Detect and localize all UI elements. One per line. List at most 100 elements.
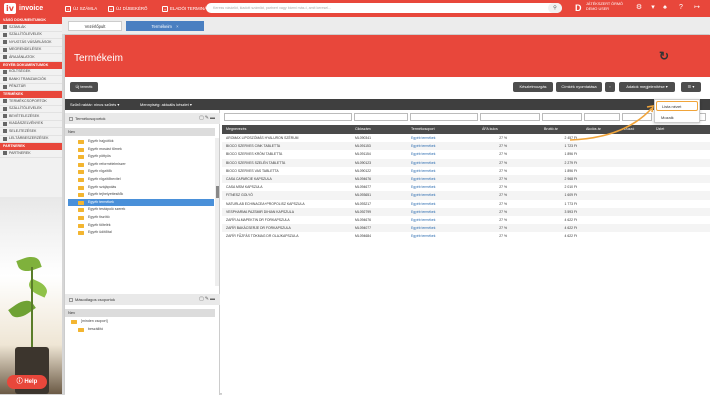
- help-button[interactable]: ⓘ Help: [7, 375, 47, 389]
- user-info[interactable]: JÁTÉKSZERT ÓRMÓ DEMO USER: [586, 2, 623, 11]
- folder-icon: [78, 215, 84, 220]
- tree-item[interactable]: Egyéb testápoló szerek: [68, 206, 214, 214]
- terminal-button[interactable]: + ELADÓI TERMINÁL: [162, 4, 209, 13]
- stock-movement-button[interactable]: Készletmozgás: [513, 82, 553, 92]
- col-shop[interactable]: Üzlet: [656, 125, 664, 134]
- view-toggle-button[interactable]: ☰ ▾: [681, 82, 701, 92]
- folder-icon: [78, 155, 84, 160]
- display-data-label: Adatok megjelenítése: [626, 84, 665, 89]
- cell-sku: ML093651: [355, 193, 372, 198]
- scrollbar-thumb[interactable]: [215, 186, 219, 198]
- cell-group: Egyéb termékek: [411, 152, 436, 157]
- collapse-icon[interactable]: [69, 297, 73, 302]
- tree-item-label: Egyéb üdítőital: [88, 230, 112, 235]
- folder-icon: [78, 327, 84, 332]
- display-data-button[interactable]: Adatok megjelenítése ▾: [619, 82, 675, 92]
- tree-item[interactable]: Egyéb üdítőital: [68, 229, 214, 237]
- tree-item[interactable]: Egyéb tisztító: [68, 214, 214, 222]
- sidebar-item[interactable]: PÉNZTÁR: [0, 84, 62, 91]
- collapse-icon[interactable]: [69, 116, 73, 121]
- table-row[interactable]: BIOCO SZERVES KRÓM TABLETTA ML091154 Egyéb…: [222, 150, 710, 158]
- new-receipt-button[interactable]: + ÚJ DÍJBEKÉRŐ: [108, 4, 147, 13]
- col-sale[interactable]: Akciós ár: [586, 125, 601, 134]
- col-price[interactable]: Bruttó ár: [544, 125, 558, 134]
- quantity-filter[interactable]: Mennyiség: aktuális készlet ▾: [140, 99, 192, 110]
- table-row[interactable]: AROMAX LIPOSZÓMÁS HYALURON SZÉRUM ML09034…: [222, 134, 710, 142]
- secondary-name-header[interactable]: Nev: [65, 309, 215, 317]
- tree-item[interactable]: Egyéb mosást tűrnek: [68, 146, 214, 154]
- tree-item[interactable]: Egyéb hajpótlók: [68, 138, 214, 146]
- print-labels-button[interactable]: Címkék nyomtatása: [556, 82, 602, 92]
- filter-name-input[interactable]: [224, 113, 352, 121]
- table-row[interactable]: BIOCO SZERVES SZELÉN TABLETTA ML090123 Egy…: [222, 158, 710, 167]
- new-invoice-button[interactable]: + ÚJ SZÁMLA: [65, 4, 97, 13]
- col-name[interactable]: Megnevezés: [226, 125, 246, 134]
- table-row[interactable]: CASA MSM KAPSZULA ML094677 Egyéb termékek 2…: [222, 183, 710, 191]
- sidebar-item[interactable]: LELTÁRBESZERZÉSEK: [0, 136, 62, 143]
- search-icon[interactable]: ⚲: [548, 3, 562, 13]
- sidebar-item[interactable]: ÁRAJÁNLATOK: [0, 54, 62, 62]
- avatar[interactable]: D: [575, 3, 582, 13]
- table-row[interactable]: NATURLAB ECHINACEA+PROPOLISZ KAPSZULA ML0…: [222, 200, 710, 208]
- sidebar-item[interactable]: PARTNEREK: [0, 150, 62, 158]
- tree-item[interactable]: [minden csoport]: [68, 318, 214, 326]
- tree-item[interactable]: Egyéb tejhelyettesítők: [68, 191, 214, 199]
- tree-item[interactable]: Egyéb termékek: [68, 198, 214, 207]
- tree-item[interactable]: Egyéb töltelék: [68, 222, 214, 230]
- tree-scrollbar[interactable]: [215, 138, 219, 286]
- table-row[interactable]: CASA CAPARCIE KAPSZULA ML094676 Egyéb term…: [222, 174, 710, 184]
- tree-item[interactable]: beszállító: [68, 326, 214, 334]
- groups-name-header[interactable]: Nev: [65, 128, 215, 136]
- new-product-button[interactable]: Új termék: [70, 82, 98, 92]
- bell-icon[interactable]: ♠: [660, 3, 670, 13]
- logout-icon[interactable]: ↦: [692, 3, 702, 13]
- menu-item-icon: [3, 40, 7, 45]
- table-row[interactable]: ZAFÍR BAKÁCSERJE DR FORKAPSZULA ML094077 E…: [222, 224, 710, 233]
- chat-icon[interactable]: ▫: [605, 82, 615, 92]
- group-actions[interactable]: ▢✎▬: [199, 113, 216, 124]
- cell-vat: 27 %: [499, 144, 507, 149]
- tree-item-label: beszállító: [88, 326, 104, 331]
- cell-vat: 27 %: [499, 168, 507, 173]
- filter-duzzo-input[interactable]: [622, 113, 652, 121]
- filter-vat-input[interactable]: [480, 113, 540, 121]
- app-logo[interactable]: iv invoice: [4, 2, 43, 15]
- col-group[interactable]: Termékcsoport: [411, 125, 435, 134]
- cell-sku: ML091154: [355, 152, 371, 157]
- filter-price-input[interactable]: [542, 113, 582, 121]
- refresh-icon[interactable]: ↻: [659, 49, 669, 63]
- col-sku[interactable]: Cikkszám: [355, 125, 371, 134]
- table-row[interactable]: VESPHARMA PAZSMIR DIHIAN KAPSZULA ML09279…: [222, 207, 710, 216]
- filter-group-input[interactable]: [410, 113, 478, 121]
- tree-item[interactable]: Egyéb pöttyös: [68, 153, 214, 161]
- table-row[interactable]: FITNESZ GOLYÓ ML093651 Egyéb termékek 27 % 1…: [222, 191, 710, 200]
- tree-item[interactable]: Egyéb rögzítőbevitel: [68, 176, 214, 184]
- col-duzzo[interactable]: Duzzó: [624, 125, 634, 134]
- table-row[interactable]: ZAFÍR FŰZFÁS TÖKMAG DR OLAJKAPSZULA ML094…: [222, 232, 710, 240]
- tab-dashboard[interactable]: Vezérlőpult: [68, 21, 122, 31]
- receipt-icon: +: [108, 5, 114, 12]
- tab-products[interactable]: Termékeim ×: [126, 21, 204, 31]
- filter-sale-input[interactable]: [584, 113, 620, 121]
- tab-close-icon[interactable]: ×: [176, 24, 178, 29]
- tree-item[interactable]: Egyéb szájápolás: [68, 184, 214, 192]
- table-row[interactable]: BIOCO SZERVES CINK TABLETTA ML091153 Egyéb…: [222, 142, 710, 151]
- tree-item[interactable]: Egyéb reformélelmiszer: [68, 161, 214, 169]
- filter-sku-input[interactable]: [354, 113, 408, 121]
- menu-item-icon: [3, 114, 7, 119]
- cell-sku: ML094077: [355, 226, 372, 231]
- col-vat[interactable]: ÁFA kulcs: [482, 125, 498, 134]
- secondary-group-actions[interactable]: ▢✎▬: [199, 294, 216, 305]
- chevron-down-icon[interactable]: ▾: [648, 3, 658, 13]
- warehouse-filter[interactable]: Szűrő raktár: nincs szűrés ▾: [70, 99, 119, 110]
- table-row[interactable]: ZAFÍR ALMAPEKTIN DR FORKAPSZULA ML094676 E…: [222, 216, 710, 224]
- tree-item[interactable]: Egyéb rögzítők: [68, 168, 214, 176]
- gear-icon[interactable]: ⚙: [634, 3, 644, 13]
- cell-name: ZAFÍR ALMAPEKTIN DR FORKAPSZULA: [226, 217, 290, 222]
- help-icon[interactable]: ?: [676, 3, 686, 13]
- mosaic-view-option[interactable]: Mozaik: [655, 112, 699, 123]
- search-input[interactable]: Keress vásárlót, kiadott számlát, partne…: [206, 3, 562, 13]
- table-row[interactable]: BIOCO SZERVES VAS TABLETTA ML090122 Egyéb …: [222, 167, 710, 175]
- list-view-option[interactable]: Lista nézet: [656, 101, 698, 111]
- tree-item-label: [minden csoport]: [81, 319, 108, 323]
